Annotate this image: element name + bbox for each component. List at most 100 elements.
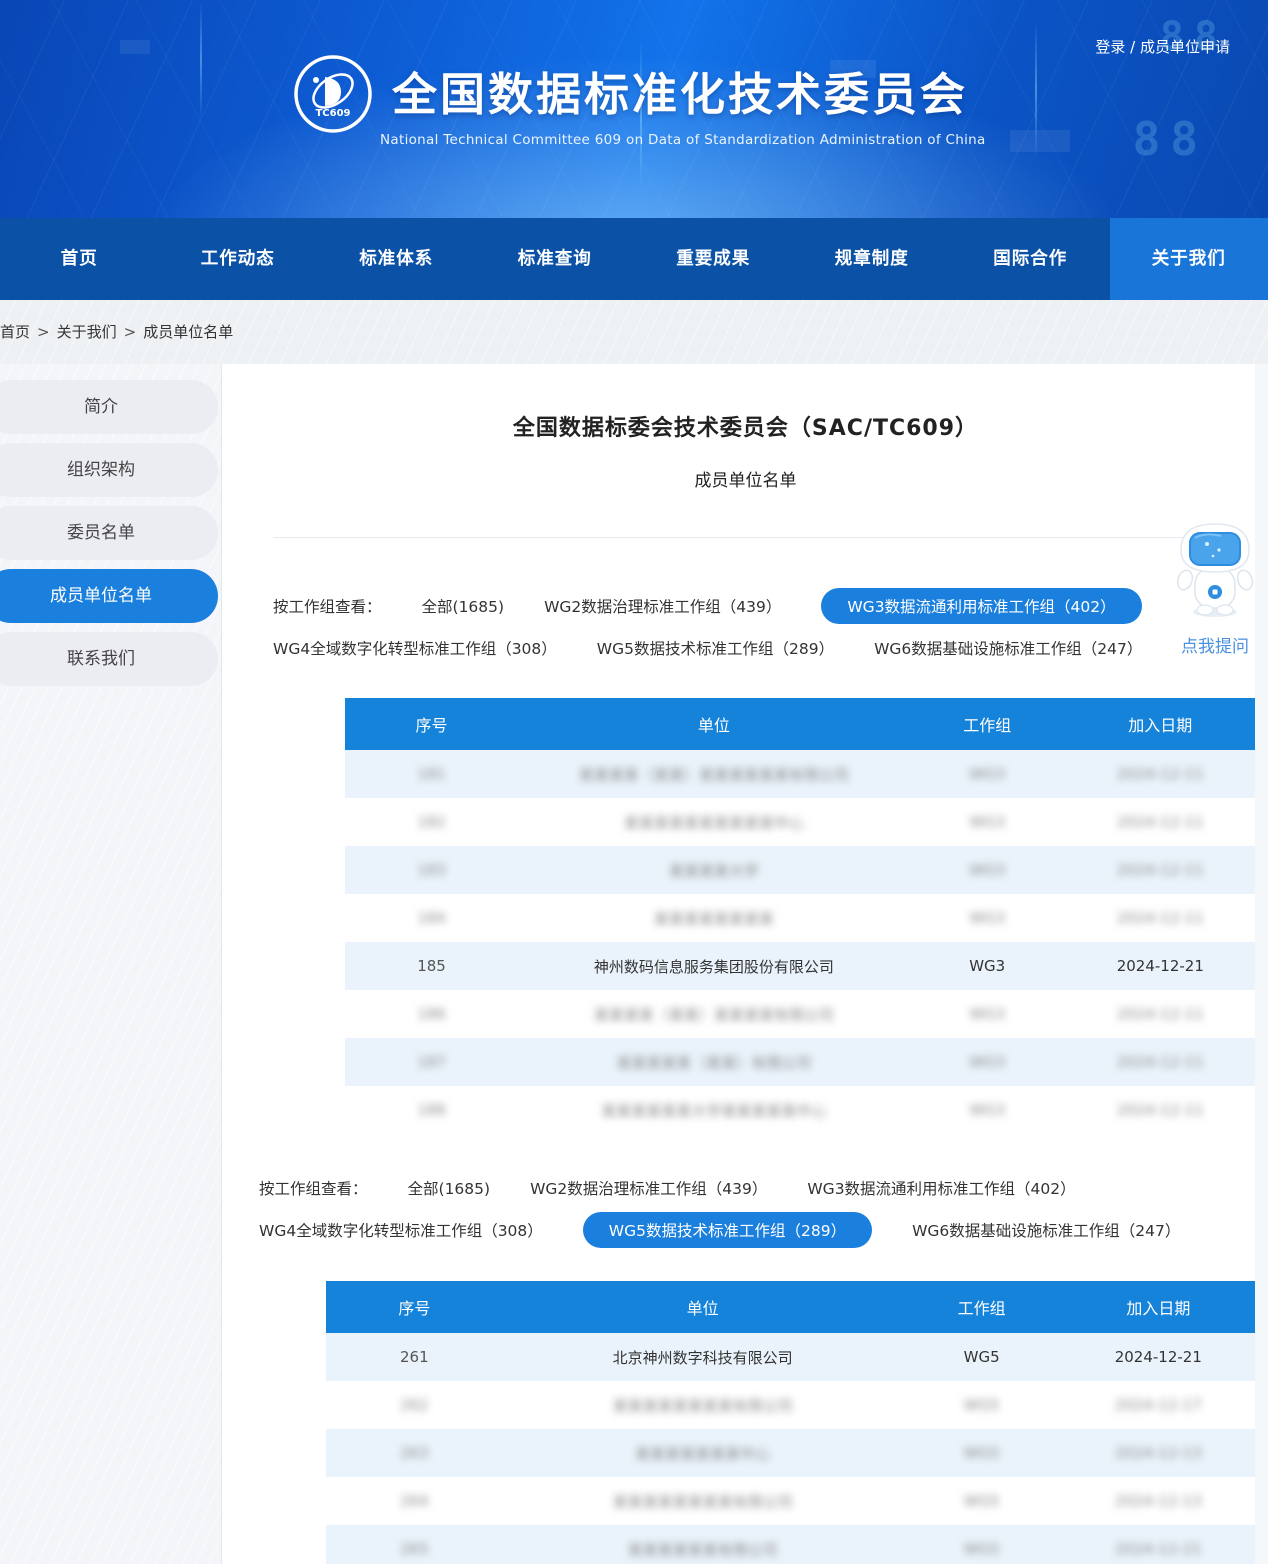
nav-item-7[interactable]: 关于我们 <box>1110 218 1268 300</box>
filter-option-5[interactable]: WG6数据基础设施标准工作组（247） <box>912 1219 1180 1241</box>
cell-unit: 某某某某某某某某某某中心 <box>518 812 910 833</box>
header-cell-1: 单位 <box>518 712 910 736</box>
header-cell-2: 工作组 <box>903 1295 1061 1319</box>
cell-date: 2024-12-11 <box>1065 1053 1256 1071</box>
robot-icon[interactable] <box>1173 520 1257 622</box>
banner-title: 全国数据标准化技术委员会 <box>380 58 980 123</box>
divider <box>273 537 1218 538</box>
main-area: 简介组织架构委员名单成员单位名单联系我们 全国数据标委会技术委员会（SAC/TC… <box>0 364 1268 1564</box>
cell-unit: 某某某某某某大学某某某某某中心 <box>518 1100 910 1121</box>
cell-date: 2024-12-13 <box>1061 1444 1256 1462</box>
filter-option-2[interactable]: WG3数据流通利用标准工作组（402） <box>807 1177 1075 1199</box>
breadcrumb-separator: > <box>37 323 50 341</box>
filter-option-0[interactable]: 全部(1685) <box>422 595 505 617</box>
banner: 88 88 TC609 全国数据标准化技术委员会 National Techni… <box>0 0 1268 218</box>
filter-option-0[interactable]: 全部(1685) <box>408 1177 491 1199</box>
table-row: 263某某某某某某某中心WG52024-12-13 <box>326 1429 1256 1477</box>
filter-option-3[interactable]: WG4全域数字化转型标准工作组（308） <box>273 637 557 659</box>
table-row: 188某某某某某某大学某某某某某中心WG32024-12-11 <box>345 1086 1256 1134</box>
banner-decoration <box>1010 130 1070 152</box>
table-row: 186某某某某（某某）某某某某有限公司WG32024-12-11 <box>345 990 1256 1038</box>
banner-subtitle-en: National Technical Committee 609 on Data… <box>380 132 980 148</box>
cell-no: 185 <box>345 957 518 975</box>
section-wg5: 按工作组查看：全部(1685)WG2数据治理标准工作组（439）WG3数据流通利… <box>223 1170 1268 1564</box>
cell-no: 187 <box>345 1053 518 1071</box>
cell-date: 2024-12-11 <box>1065 1101 1256 1119</box>
sidebar-item-0[interactable]: 简介 <box>0 380 218 434</box>
filter-row: WG4全域数字化转型标准工作组（308） WG5数据技术标准工作组（289） WG6… <box>259 1212 1268 1248</box>
header-cell-1: 单位 <box>503 1295 903 1319</box>
tc609-logo: TC609 <box>292 53 374 135</box>
cell-unit: 某某某某大学 <box>518 860 910 881</box>
table-row: 261北京神州数字科技有限公司WG52024-12-21 <box>326 1333 1256 1381</box>
breadcrumb: 首页>关于我们>成员单位名单 <box>0 300 1268 364</box>
header-cell-0: 序号 <box>345 712 518 736</box>
filter-option-4[interactable]: WG5数据技术标准工作组（289） <box>583 1212 872 1248</box>
banner-decoration <box>200 0 202 120</box>
table-header-row: 序号单位工作组加入日期 <box>326 1281 1256 1333</box>
table-row: 184某某某某某某某某WG32024-12-11 <box>345 894 1256 942</box>
cell-no: 186 <box>345 1005 518 1023</box>
page-title: 全国数据标委会技术委员会（SAC/TC609） <box>223 364 1268 442</box>
sidebar-item-4[interactable]: 联系我们 <box>0 632 218 686</box>
table-row: 183某某某某大学WG32024-12-11 <box>345 846 1256 894</box>
nav-item-5[interactable]: 规章制度 <box>793 218 952 300</box>
filter-row: 按工作组查看：全部(1685)WG2数据治理标准工作组（439）WG3数据流通利… <box>273 588 1268 624</box>
cell-group: WG3 <box>910 909 1065 927</box>
filter-option-1[interactable]: WG2数据治理标准工作组（439） <box>544 595 781 617</box>
cell-group: WG3 <box>910 861 1065 879</box>
cell-date: 2024-12-13 <box>1061 1492 1256 1510</box>
cell-date: 2024-12-11 <box>1065 765 1256 783</box>
table-row: 187某某某某某（某某）有限公司WG32024-12-11 <box>345 1038 1256 1086</box>
filter-option-3[interactable]: WG4全域数字化转型标准工作组（308） <box>259 1219 543 1241</box>
cell-group: WG5 <box>903 1492 1061 1510</box>
breadcrumb-item-1[interactable]: 关于我们 <box>57 323 117 341</box>
filter-option-4[interactable]: WG5数据技术标准工作组（289） <box>597 637 834 659</box>
filter-option-5[interactable]: WG6数据基础设施标准工作组（247） <box>874 637 1142 659</box>
cell-date: 2024-12-21 <box>1061 1540 1256 1558</box>
banner-decoration <box>1035 20 1037 160</box>
cell-group: WG5 <box>903 1348 1061 1366</box>
cell-group: WG5 <box>903 1444 1061 1462</box>
cell-unit: 某某某某（某某）某某某某某某有限公司 <box>518 764 910 785</box>
breadcrumb-item-2[interactable]: 成员单位名单 <box>143 323 233 341</box>
table-header-row: 序号单位工作组加入日期 <box>345 698 1256 750</box>
cell-group: WG3 <box>910 813 1065 831</box>
nav-item-1[interactable]: 工作动态 <box>159 218 318 300</box>
cell-no: 183 <box>345 861 518 879</box>
cell-no: 182 <box>345 813 518 831</box>
breadcrumb-item-0[interactable]: 首页 <box>0 323 30 341</box>
cell-no: 184 <box>345 909 518 927</box>
sidebar-item-3[interactable]: 成员单位名单 <box>0 569 218 623</box>
section-wg3: 按工作组查看：全部(1685)WG2数据治理标准工作组（439）WG3数据流通利… <box>223 588 1268 1134</box>
filter-option-1[interactable]: WG2数据治理标准工作组（439） <box>530 1177 767 1199</box>
assistant-label[interactable]: 点我提问 <box>1164 632 1266 657</box>
cell-group: WG5 <box>903 1396 1061 1414</box>
nav-item-3[interactable]: 标准查询 <box>476 218 635 300</box>
header-cell-3: 加入日期 <box>1065 712 1256 736</box>
nav-item-2[interactable]: 标准体系 <box>317 218 476 300</box>
table-row: 265某某某某某某有限公司WG52024-12-21 <box>326 1525 1256 1564</box>
filter-group-2: 按工作组查看：全部(1685)WG2数据治理标准工作组（439）WG3数据流通利… <box>259 1170 1268 1248</box>
cell-no: 265 <box>326 1540 503 1558</box>
cell-group: WG3 <box>910 1101 1065 1119</box>
sidebar-item-2[interactable]: 委员名单 <box>0 506 218 560</box>
nav-item-0[interactable]: 首页 <box>0 218 159 300</box>
cell-no: 188 <box>345 1101 518 1119</box>
cell-no: 263 <box>326 1444 503 1462</box>
sidebar: 简介组织架构委员名单成员单位名单联系我们 <box>0 380 222 695</box>
cell-date: 2024-12-21 <box>1061 1348 1256 1366</box>
nav-item-6[interactable]: 国际合作 <box>951 218 1110 300</box>
content-panel: 全国数据标委会技术委员会（SAC/TC609） 成员单位名单 按工作组查看：全部… <box>223 364 1268 1564</box>
filter-option-2[interactable]: WG3数据流通利用标准工作组（402） <box>821 588 1141 624</box>
cell-group: WG3 <box>910 1053 1065 1071</box>
nav-item-4[interactable]: 重要成果 <box>634 218 793 300</box>
sidebar-item-1[interactable]: 组织架构 <box>0 443 218 497</box>
assistant-widget[interactable]: 点我提问 <box>1164 520 1266 657</box>
header-cell-0: 序号 <box>326 1295 503 1319</box>
banner-decoration: 88 <box>1133 112 1208 166</box>
cell-no: 262 <box>326 1396 503 1414</box>
login-link[interactable]: 登录 / 成员单位申请 <box>1095 36 1230 57</box>
cell-group: WG3 <box>910 957 1065 975</box>
header-cell-3: 加入日期 <box>1061 1295 1256 1319</box>
